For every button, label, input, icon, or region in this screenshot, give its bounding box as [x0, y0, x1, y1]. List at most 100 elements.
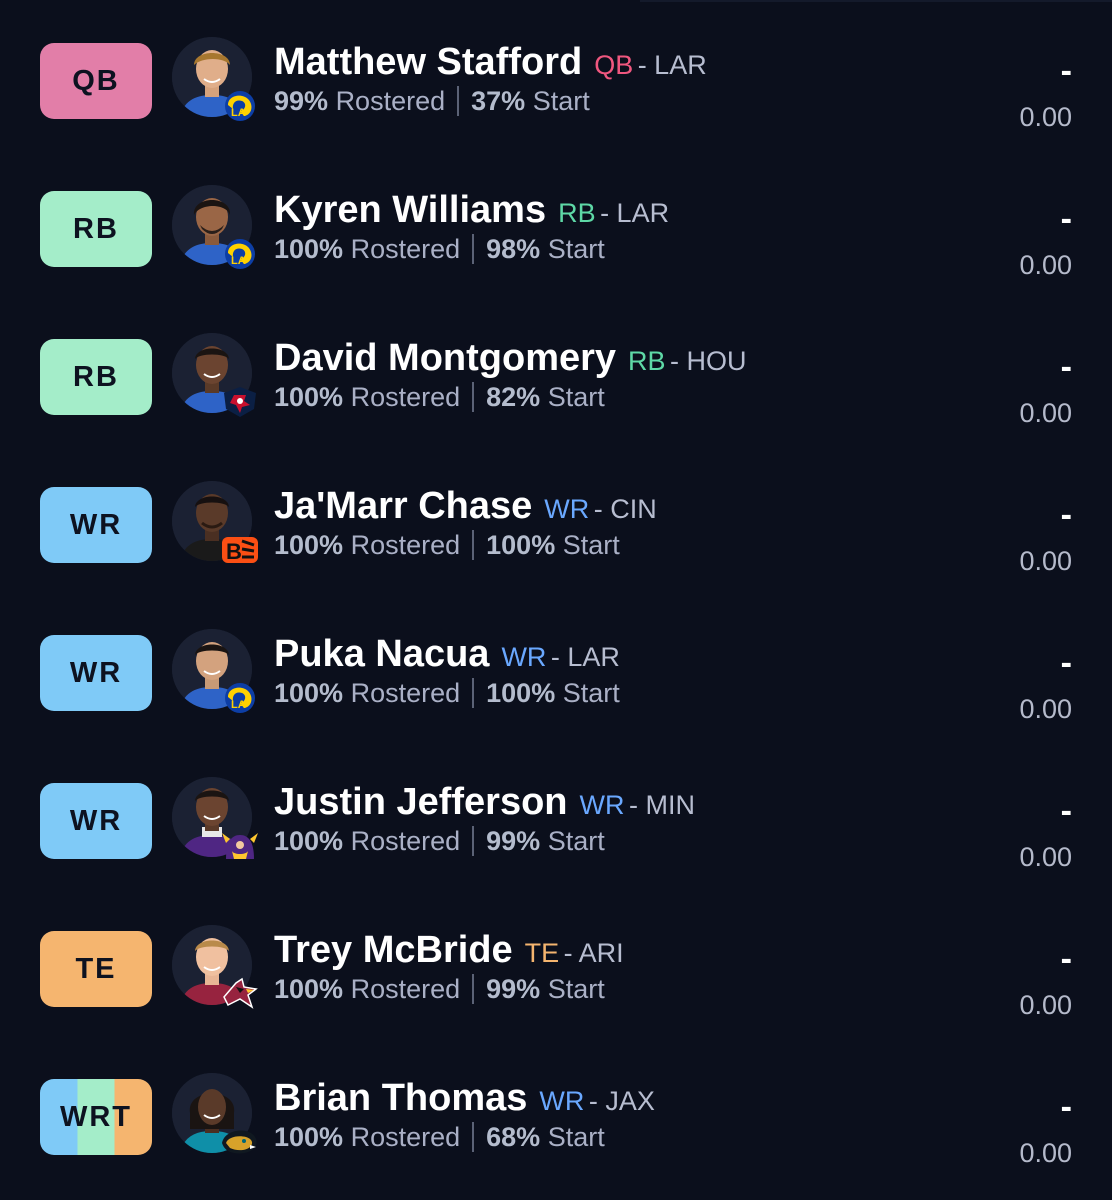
- player-team: - JAX: [588, 1086, 655, 1116]
- rams-logo-icon: LA: [225, 91, 255, 121]
- start-percent: 82%: [486, 382, 541, 412]
- points-value: 0.00: [1019, 102, 1072, 132]
- stats-divider: [472, 529, 475, 560]
- slot-badge[interactable]: WR: [40, 783, 152, 859]
- ownership-stats: 100% Rostered 99% Start: [274, 823, 605, 860]
- slot-badge[interactable]: WR: [40, 635, 152, 711]
- start-percent: 68%: [486, 1122, 541, 1152]
- player-row[interactable]: WRT Brian Thomas WR - JAX 100% Rostered 6: [0, 1036, 1112, 1184]
- slot-badge[interactable]: RB: [40, 339, 152, 415]
- slot-badge[interactable]: RB: [40, 191, 152, 267]
- stats-divider: [472, 973, 475, 1004]
- start-percent: 37%: [471, 86, 526, 116]
- player-name[interactable]: Justin Jefferson: [274, 781, 568, 823]
- ownership-stats: 100% Rostered 98% Start: [274, 231, 605, 268]
- player-name[interactable]: Matthew Stafford: [274, 41, 582, 83]
- player-name[interactable]: Ja'Marr Chase: [274, 485, 532, 527]
- player-row[interactable]: WR B Ja'Marr Chase WR - CIN 100% Rostered…: [0, 444, 1112, 592]
- points-value: 0.00: [1019, 250, 1072, 280]
- player-avatar[interactable]: B: [172, 481, 258, 564]
- start-label: Start: [562, 678, 620, 708]
- vikings-logo-icon: [222, 833, 258, 859]
- player-position: RB: [558, 198, 596, 228]
- slot-badge[interactable]: QB: [40, 43, 152, 119]
- start-percent: 100%: [486, 530, 556, 560]
- player-avatar[interactable]: [172, 777, 258, 859]
- player-name[interactable]: Trey McBride: [274, 929, 513, 971]
- ownership-stats: 100% Rostered 68% Start: [274, 1119, 605, 1156]
- start-percent: 99%: [486, 826, 541, 856]
- player-row[interactable]: WR LA Puka Nacua WR - LAR 100% Rostered 10…: [0, 592, 1112, 740]
- player-row[interactable]: QB LA Matthew Stafford QB - LAR 99% Roste…: [0, 0, 1112, 148]
- start-label: Start: [532, 86, 590, 116]
- player-avatar[interactable]: LA: [172, 629, 255, 713]
- start-percent: 100%: [486, 678, 556, 708]
- player-position: TE: [524, 938, 560, 968]
- texans-logo-icon: [224, 387, 256, 417]
- slot-label: WR: [69, 804, 123, 837]
- stats-divider: [472, 677, 475, 708]
- jaguars-logo-icon: [222, 1130, 257, 1154]
- projection-value: -: [1060, 52, 1072, 90]
- start-label: Start: [547, 826, 605, 856]
- player-name[interactable]: Brian Thomas: [274, 1077, 527, 1119]
- rostered-label: Rostered: [350, 382, 461, 412]
- player-avatar[interactable]: [172, 1073, 257, 1154]
- bengals-logo-icon: B: [222, 537, 258, 564]
- start-label: Start: [547, 974, 605, 1004]
- player-name[interactable]: Puka Nacua: [274, 633, 489, 675]
- projection-value: -: [1060, 644, 1072, 682]
- stats-divider: [472, 381, 475, 412]
- rostered-label: Rostered: [350, 234, 461, 264]
- rostered-label: Rostered: [350, 974, 461, 1004]
- player-row[interactable]: WR Justin Jefferson WR - MIN 100% Roster…: [0, 740, 1112, 888]
- stats-divider: [472, 233, 475, 264]
- player-avatar[interactable]: LA: [172, 185, 255, 269]
- slot-badge[interactable]: WRT: [40, 1079, 152, 1155]
- rostered-label: Rostered: [335, 86, 446, 116]
- player-team: - LAR: [550, 642, 620, 672]
- player-position: WR: [501, 642, 547, 672]
- player-avatar[interactable]: [172, 333, 256, 417]
- rostered-percent: 99%: [274, 86, 329, 116]
- rams-logo-icon: LA: [225, 239, 255, 269]
- player-name[interactable]: Kyren Williams: [274, 189, 546, 231]
- slot-label: QB: [72, 64, 120, 97]
- rams-logo-icon: LA: [225, 683, 255, 713]
- player-name[interactable]: David Montgomery: [274, 337, 616, 379]
- start-label: Start: [547, 1122, 605, 1152]
- player-avatar[interactable]: [172, 925, 258, 1009]
- slot-label: RB: [73, 212, 119, 245]
- svg-text:LA: LA: [231, 255, 246, 267]
- player-avatar[interactable]: LA: [172, 37, 255, 121]
- player-position: WR: [579, 790, 625, 820]
- projection-value: -: [1060, 348, 1072, 386]
- player-team: - LAR: [637, 50, 707, 80]
- rostered-percent: 100%: [274, 530, 344, 560]
- points-value: 0.00: [1019, 990, 1072, 1020]
- rostered-label: Rostered: [350, 1122, 461, 1152]
- points-value: 0.00: [1019, 398, 1072, 428]
- player-team: - HOU: [670, 346, 747, 376]
- slot-badge[interactable]: WR: [40, 487, 152, 563]
- slot-badge[interactable]: TE: [40, 931, 152, 1007]
- slot-label: RB: [73, 360, 119, 393]
- ownership-stats: 100% Rostered 100% Start: [274, 527, 620, 564]
- stats-divider: [472, 1121, 475, 1152]
- projection-value: -: [1060, 1088, 1072, 1126]
- svg-text:LA: LA: [231, 107, 246, 119]
- stats-divider: [457, 85, 460, 116]
- svg-text:LA: LA: [231, 699, 246, 711]
- player-row[interactable]: TE Trey McBride TE - ARI 100% Rostered 99: [0, 888, 1112, 1036]
- start-label: Start: [547, 234, 605, 264]
- rostered-percent: 100%: [274, 1122, 344, 1152]
- player-team: - ARI: [563, 938, 624, 968]
- points-value: 0.00: [1019, 694, 1072, 724]
- player-row[interactable]: RB LA Kyren Williams RB - LAR 100% Roster…: [0, 148, 1112, 296]
- projection-value: -: [1060, 200, 1072, 238]
- rostered-percent: 100%: [274, 234, 344, 264]
- cardinals-logo-icon: [223, 977, 258, 1009]
- rostered-percent: 100%: [274, 382, 344, 412]
- slot-label: WR: [69, 508, 123, 541]
- player-row[interactable]: RB David Montgomery RB - HOU 100% Rostere…: [0, 296, 1112, 444]
